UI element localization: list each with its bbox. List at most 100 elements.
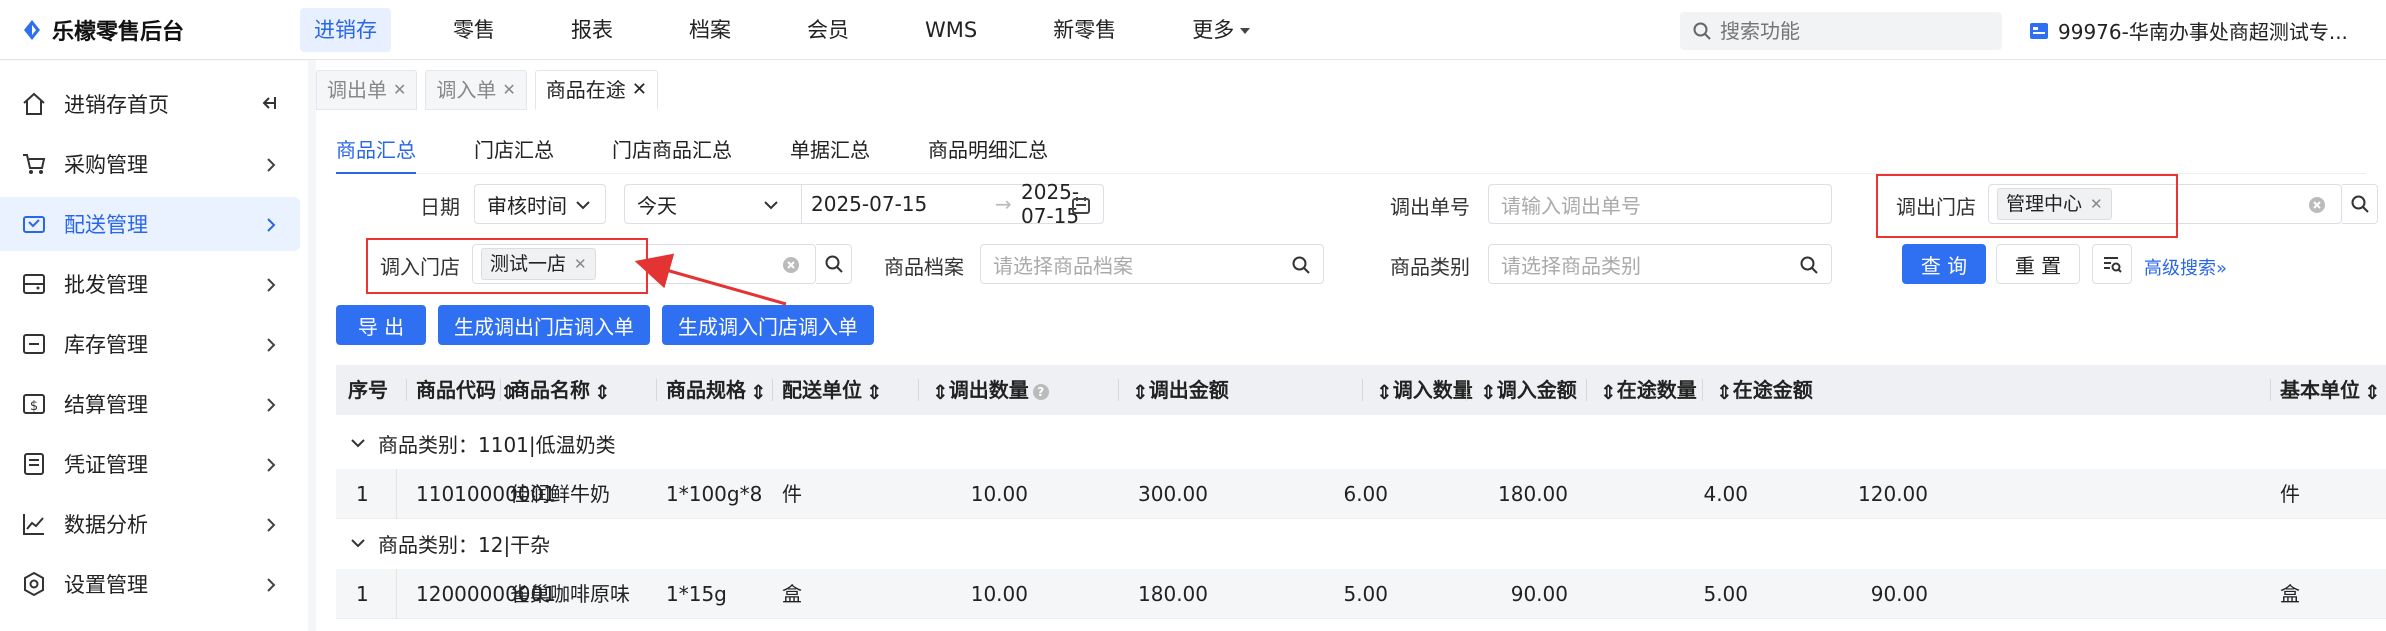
col-transit-qty-label: 在途数量 [1616,378,1697,402]
sidebar-item-purchase[interactable]: 采购管理 [0,137,300,191]
col-spec[interactable]: 商品规格 ⇕ [656,365,767,415]
out-no-input[interactable]: 请输入调出单号 [1488,184,1832,224]
tab-goods-in-transit[interactable]: 商品在途 ✕ [534,70,658,110]
topnav-more[interactable]: 更多 [1178,8,1264,52]
clear-icon[interactable] [781,255,801,275]
sidebar-item-inventory[interactable]: 库存管理 [0,317,300,371]
date-label: 日期 [420,195,460,219]
topnav-report[interactable]: 报表 [557,8,627,52]
reset-button[interactable]: 重 置 [1996,244,2080,284]
subtab-document-summary[interactable]: 单据汇总 [790,134,870,174]
close-icon[interactable]: ✕ [393,71,406,109]
topnav-archive[interactable]: 档案 [675,8,745,52]
date-range-preset[interactable]: 今天 [637,190,677,219]
function-search-input[interactable] [1720,19,1980,43]
brand[interactable]: 乐檬零售后台 [0,14,300,46]
category-placeholder: 请选择商品类别 [1501,253,1641,278]
column-settings-button[interactable] [2092,244,2132,284]
close-icon[interactable]: ✕ [502,71,515,109]
sidebar-item-settlement[interactable]: $ 结算管理 [0,377,300,431]
highlight-box-out-store [1876,174,2178,238]
topnav-wms[interactable]: WMS [911,8,991,52]
subtab-store-summary[interactable]: 门店汇总 [474,134,554,174]
chevron-right-icon [264,395,278,419]
table-row[interactable]: 1 11010000001 佳润鲜牛奶 1*100g*8 件 10.00 300… [336,469,2386,519]
store-icon [2030,22,2048,39]
out-store-search-button[interactable] [2342,184,2378,224]
chevron-down-icon[interactable] [350,437,366,449]
col-seq: 序号 [348,378,388,402]
sidebar-item-label: 凭证管理 [64,453,148,477]
date-range-picker[interactable]: 今天 2025-07-15 → 2025-07-15 [624,180,1104,228]
col-out-qty-label: 调出数量 [948,378,1029,402]
function-search[interactable] [1680,12,2002,50]
cell-unit: 盒 [782,582,802,606]
chevron-down-icon[interactable] [350,537,366,549]
generate-in-store-in-order-button[interactable]: 生成调入门店调入单 [662,305,874,345]
in-store-search-button[interactable] [816,244,852,284]
chevron-right-icon [264,455,278,479]
search-icon [1693,22,1711,40]
chevron-right-icon [264,335,278,359]
table-row[interactable]: 1 12000000001 雀巢咖啡原味 1*15g 盒 10.00 180.0… [336,569,2386,619]
help-icon[interactable]: ? [1032,383,1049,400]
sidebar-item-home[interactable]: 进销存首页 [0,77,300,131]
col-transit-amount[interactable]: ⇕在途金额 [1702,365,1813,415]
category-select[interactable]: 请选择商品类别 [1488,244,1832,284]
search-icon[interactable] [1799,255,1819,275]
highlight-box-in-store [366,238,648,294]
close-icon[interactable]: ✕ [632,71,647,109]
store-selector[interactable]: 99976-华南办事处商超测试专... [2028,16,2348,45]
col-unit[interactable]: 配送单位 ⇕ [772,365,883,415]
top-nav: 进销存 零售 报表 档案 会员 WMS 新零售 更多 [300,0,1312,60]
goods-select[interactable]: 请选择商品档案 [980,244,1324,284]
advanced-search-link[interactable]: 高级搜索» [2144,254,2227,280]
topnav-retail[interactable]: 零售 [439,8,509,52]
sidebar-item-label: 库存管理 [64,333,148,357]
generate-out-store-in-order-button[interactable]: 生成调出门店调入单 [438,305,650,345]
subtab-store-goods-summary[interactable]: 门店商品汇总 [612,134,732,174]
tab-label: 调入单 [436,78,497,102]
col-transit-qty[interactable]: ⇕在途数量 [1586,365,1697,415]
search-icon[interactable] [1291,255,1311,275]
category-label: 商品类别 [1390,255,1470,279]
query-button[interactable]: 查 询 [1902,244,1986,284]
col-out-amount[interactable]: ⇕调出金额 [1118,365,1229,415]
date-type-select[interactable]: 审核时间 [474,184,606,224]
topnav-new-retail[interactable]: 新零售 [1039,8,1130,52]
cell-name: 雀巢咖啡原味 [510,582,630,606]
sidebar-item-wholesale[interactable]: 批发管理 [0,257,300,311]
calendar-icon[interactable] [1071,195,1091,215]
sidebar-item-voucher[interactable]: 凭证管理 [0,437,300,491]
home-icon [20,90,48,118]
wholesale-icon [20,270,48,298]
col-base-unit[interactable]: 基本单位 ⇕ [2270,365,2381,415]
chevron-down-icon [764,201,778,210]
subtab-goods-detail-summary[interactable]: 商品明细汇总 [928,134,1048,174]
sort-icon: ⇕ [1600,379,1617,404]
sidebar: 进销存首页 采购管理 配送管理 批发管理 库存管理 $ 结算管理 凭证管理 数据… [0,61,308,631]
sort-icon: ⇕ [750,379,767,404]
group-row[interactable]: 商品类别：12|干杂 [336,519,2386,567]
sidebar-item-analytics[interactable]: 数据分析 [0,497,300,551]
tab-transfer-out[interactable]: 调出单 ✕ [316,70,418,110]
export-button[interactable]: 导 出 [336,305,426,345]
chevron-right-icon [264,575,278,599]
clear-icon[interactable] [2307,195,2327,215]
col-out-qty[interactable]: ⇕调出数量? [918,365,1049,415]
date-start[interactable]: 2025-07-15 [811,192,927,216]
col-in-amount[interactable]: ⇕调入金额 [1466,365,1577,415]
cell-transit-qty: 4.00 [1703,482,1748,506]
sidebar-item-delivery[interactable]: 配送管理 [0,197,300,251]
subtab-goods-summary[interactable]: 商品汇总 [336,134,416,174]
cell-out-amount: 300.00 [1138,482,1208,506]
col-name[interactable]: 商品名称 ⇕ [500,365,611,415]
sidebar-item-settings[interactable]: 设置管理 [0,557,300,611]
topnav-member[interactable]: 会员 [793,8,863,52]
collapse-sidebar-icon[interactable] [258,93,278,118]
tab-transfer-in[interactable]: 调入单 ✕ [425,70,527,110]
col-in-qty[interactable]: ⇕调入数量 [1362,365,1473,415]
group-row[interactable]: 商品类别：1101|低温奶类 [336,419,2386,467]
col-code[interactable]: 商品代码 ⇕ [406,365,517,415]
topnav-jinxiaocun[interactable]: 进销存 [300,7,391,52]
